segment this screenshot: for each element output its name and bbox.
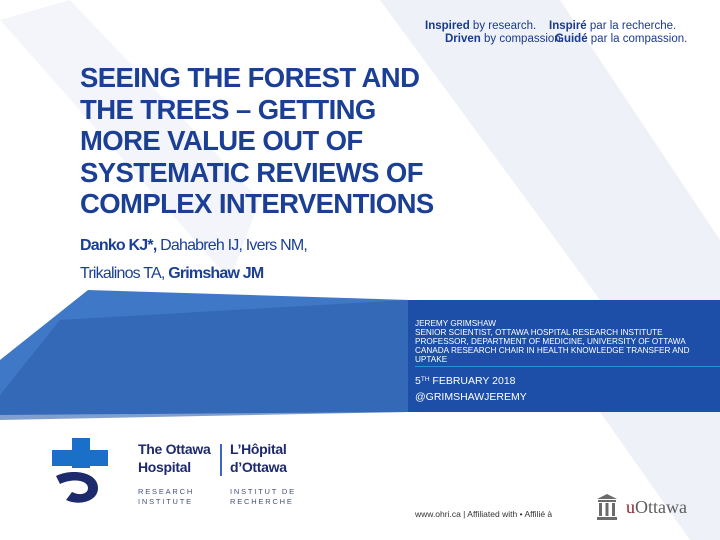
tagline-en-2: Driven by compassion. xyxy=(445,33,564,45)
footer-affiliation: www.ohri.ca | Affiliated with • Affilié … xyxy=(415,509,553,519)
presenter-role: CANADA RESEARCH CHAIR IN HEALTH KNOWLEDG… xyxy=(415,346,690,355)
author-line-2: Trikalinos TA, Grimshaw JM xyxy=(80,260,440,288)
tagline-row-1: Inspired by research. Inspiré par la rec… xyxy=(425,20,715,33)
presenter-role: SENIOR SCIENTIST, OTTAWA HOSPITAL RESEAR… xyxy=(415,328,663,337)
tagline-row-2: Driven by compassion. Guidé par la compa… xyxy=(425,33,715,46)
title-line: MORE VALUE OUT OF xyxy=(80,125,363,156)
title-line: SYSTEMATIC REVIEWS OF xyxy=(80,156,423,188)
ottawa-hospital-logo-icon xyxy=(52,438,108,503)
lead-author: Danko KJ*, xyxy=(80,237,157,254)
header-tagline: Inspired by research. Inspiré par la rec… xyxy=(425,20,715,46)
title-line: THE TREES – GETTING xyxy=(80,93,376,125)
author-list: Danko KJ*, Dahabreh IJ, Ivers NM, Trikal… xyxy=(80,232,440,288)
presenter-details: JEREMY GRIMSHAW SENIOR SCIENTIST, OTTAWA… xyxy=(415,319,720,364)
coauthors: Dahabreh IJ, Ivers NM, xyxy=(156,237,308,254)
presenter-role: UPTAKE xyxy=(415,355,448,364)
background-swoosh-lower xyxy=(600,412,720,540)
presenter-role: PROFESSOR, DEPARTMENT OF MEDICINE, UNIVE… xyxy=(415,337,686,346)
logo-english: The Ottawa Hospital RESEARCH INSTITUTE xyxy=(138,441,211,506)
twitter-handle: @GRIMSHAWJEREMY xyxy=(415,391,527,403)
title-line: SEEING THE FOREST AND xyxy=(80,62,420,93)
title-slide: Inspired by research. Inspiré par la rec… xyxy=(0,0,720,540)
senior-author: Grimshaw JM xyxy=(168,265,264,282)
tagline-fr-1: Inspiré par la recherche. xyxy=(549,20,677,32)
author-line-1: Danko KJ*, Dahabreh IJ, Ivers NM, xyxy=(80,232,440,260)
tagline-fr-2: Guidé par la compassion. xyxy=(555,33,688,45)
panel-divider xyxy=(415,366,720,367)
title-line: COMPLEX INTERVENTIONS xyxy=(80,188,434,219)
slide-title: SEEING THE FOREST AND THE TREES – GETTIN… xyxy=(80,62,540,220)
uottawa-crest-icon xyxy=(597,494,617,520)
tagline-en-1: Inspired by research. xyxy=(425,20,537,32)
uottawa-logo: uOttawa xyxy=(626,497,687,517)
coauthor: Trikalinos TA, xyxy=(80,265,169,282)
logo-divider xyxy=(220,444,222,476)
presentation-date: 5TH FEBRUARY 2018 xyxy=(415,375,516,387)
presenter-name: JEREMY GRIMSHAW xyxy=(415,319,496,328)
logo-french: L’Hôpital d’Ottawa INSTITUT DE RECHERCHE xyxy=(230,441,296,506)
